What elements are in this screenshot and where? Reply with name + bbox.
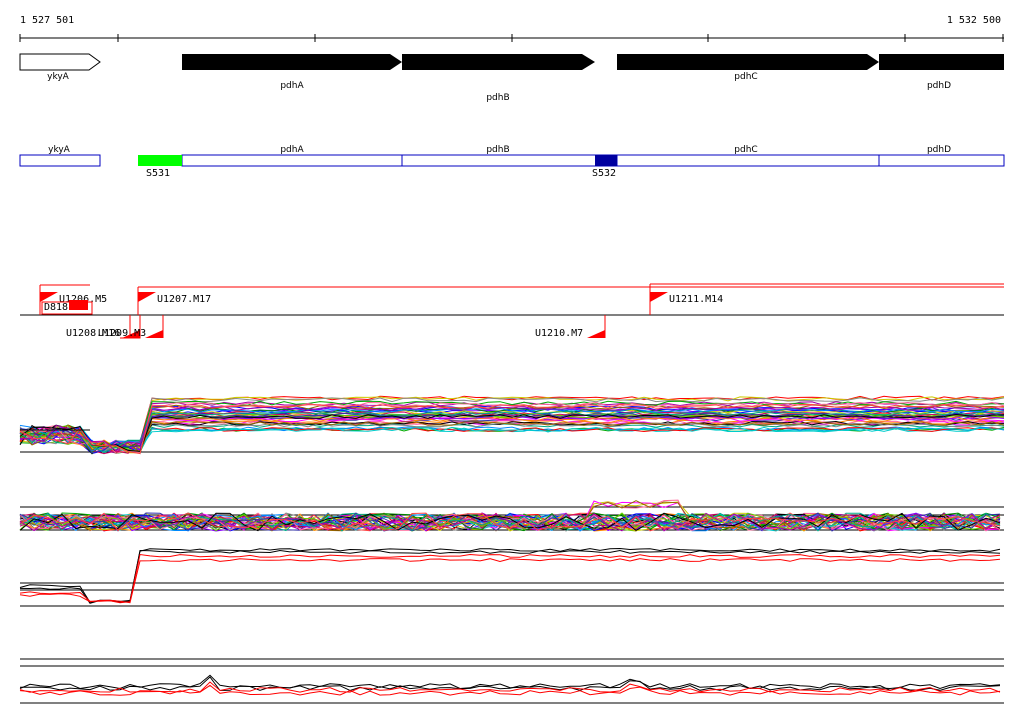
gene-arrow-pdhC[interactable]: [617, 54, 879, 70]
gene-arrow-pdhA[interactable]: [182, 54, 402, 70]
gene-label-pdhA: pdhA: [280, 81, 304, 91]
expression-track-1: [19, 395, 1005, 455]
tu-label-U1211[interactable]: U1211.M14: [669, 294, 723, 305]
coordinate-ruler: 1 527 501 1 532 500: [19, 15, 1004, 42]
gene-arrow-pdhB[interactable]: [402, 54, 595, 70]
marker-label-S531: S531: [146, 168, 170, 179]
tu-flag-U1207[interactable]: [138, 292, 156, 302]
gene-label-pdhB: pdhB: [486, 93, 509, 103]
tu-label-U1207[interactable]: U1207.M17: [157, 294, 211, 305]
tu-label-U1210[interactable]: U1210.M7: [535, 328, 583, 339]
genome-browser-viewer: 1 527 501 1 532 500 ykyA pdhA pdhB pdhC …: [19, 15, 1005, 704]
segment-label-ykyA: ykyA: [48, 145, 71, 155]
tu-flag-U1209[interactable]: [145, 330, 163, 338]
ruler-start-label: 1 527 501: [20, 15, 74, 26]
track-3-profile: [19, 558, 1001, 604]
gene-label-pdhC: pdhC: [734, 72, 757, 82]
expression-track-3: [19, 547, 1004, 607]
tu-flag-U1210[interactable]: [587, 330, 605, 338]
expression-track-2: [19, 499, 1004, 532]
segment-box-pdhD[interactable]: [878, 154, 1005, 167]
marker-label-S532: S532: [592, 168, 616, 179]
segment-label-pdhA: pdhA: [280, 145, 304, 155]
track-3-profile: [19, 553, 1001, 604]
segment-box-pdhA[interactable]: [181, 154, 403, 167]
segment-label-pdhB: pdhB: [486, 145, 509, 155]
tu-label-U1209[interactable]: U1209.M3: [98, 328, 146, 339]
gene-label-pdhD: pdhD: [927, 81, 951, 91]
marker-S532[interactable]: [595, 155, 617, 166]
segment-box-pdhB[interactable]: [401, 154, 618, 167]
segment-track: ykyA pdhA pdhB pdhC pdhD S531 S532: [19, 145, 1005, 179]
track-4-profile: [19, 674, 1001, 690]
segment-box-ykyA[interactable]: [19, 154, 101, 167]
gene-arrow-pdhD[interactable]: [879, 54, 1004, 70]
gene-track: ykyA pdhA pdhB pdhC pdhD: [19, 53, 1004, 103]
transcription-unit-track: U1206.M5 D818 U1207.M17 U1211.M14 U1208.…: [20, 283, 1004, 339]
gene-arrow-ykyA[interactable]: [19, 53, 101, 71]
ruler-end-label: 1 532 500: [947, 15, 1001, 26]
segment-label-pdhD: pdhD: [927, 145, 951, 155]
expression-track-4: [19, 658, 1004, 704]
segment-label-pdhC: pdhC: [734, 145, 757, 155]
segment-box-pdhC[interactable]: [616, 154, 880, 167]
tu-label-D818[interactable]: D818: [44, 302, 68, 313]
marker-S531[interactable]: [138, 155, 182, 166]
gene-label-ykyA: ykyA: [47, 72, 70, 82]
tu-flag-U1211[interactable]: [650, 292, 668, 302]
tu-flag-U1206[interactable]: [40, 292, 58, 302]
